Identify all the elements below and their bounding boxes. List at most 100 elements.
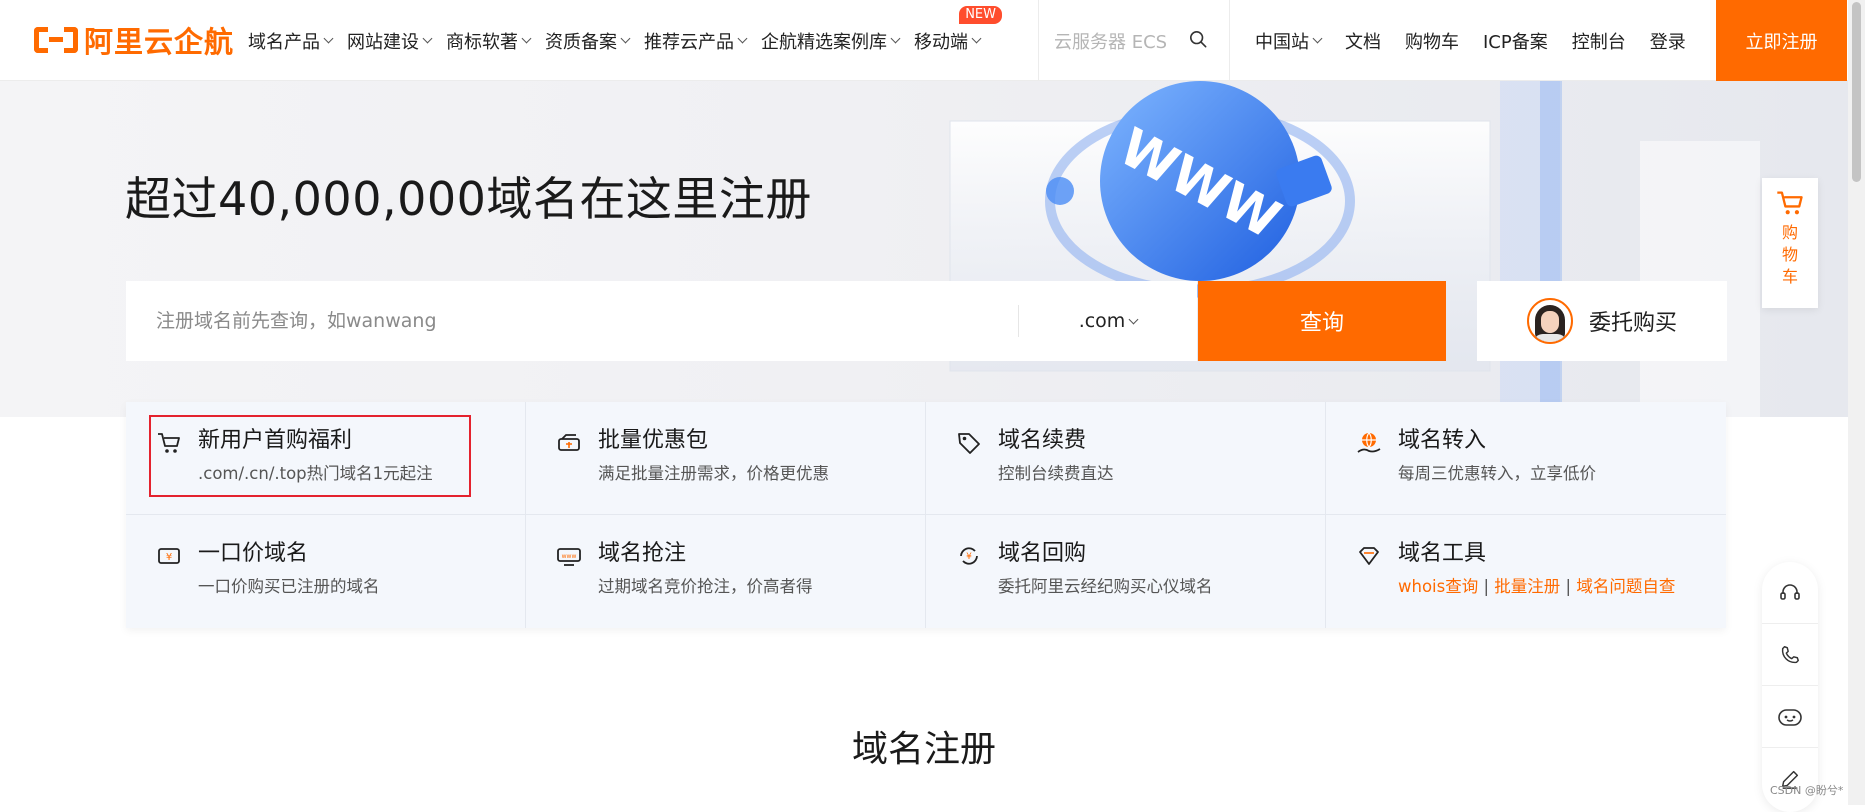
phone-button[interactable] [1762, 624, 1818, 686]
nav-item-cloud-products[interactable]: 推荐云产品 [644, 28, 748, 54]
nav-label: 企航精选案例库 [761, 31, 887, 53]
chevron-down-icon [323, 33, 334, 44]
whois-link[interactable]: whois查询 [1398, 577, 1478, 596]
right-nav: 中国站 文档 购物车 ICP备案 控制台 登录 [1255, 0, 1710, 81]
service-desc: 委托阿里云经纪购买心仪域名 [998, 577, 1213, 596]
tool-links: whois查询 | 批量注册 | 域名问题自查 [1398, 575, 1726, 599]
chevron-down-icon [890, 33, 901, 44]
nav-label: 商标软著 [446, 31, 518, 53]
service-new-user[interactable]: 新用户首购福利 .com/.cn/.top热门域名1元起注 [126, 402, 526, 515]
service-desc: 每周三优惠转入，立享低价 [1398, 464, 1596, 483]
docs-link[interactable]: 文档 [1345, 28, 1381, 54]
floating-cart[interactable]: 购物车 [1762, 178, 1818, 308]
section-title: 域名注册 [851, 729, 996, 770]
chevron-down-icon [1312, 33, 1323, 44]
register-button[interactable]: 立即注册 [1716, 0, 1847, 81]
hero-decoration: WWW [949, 81, 1760, 417]
nav-item-domain-products[interactable]: 域名产品 [248, 28, 334, 54]
top-header: 阿里云企航 域名产品 网站建设 商标软著 资质备案 推荐云产品 企航精选案例库 … [0, 0, 1848, 81]
console-link[interactable]: 控制台 [1572, 28, 1626, 54]
page-scrollbar[interactable] [1848, 0, 1865, 805]
robot-face-icon [1778, 708, 1802, 726]
region-label: 中国站 [1255, 31, 1309, 53]
nav-label: 资质备案 [545, 31, 617, 53]
svg-text:¥: ¥ [966, 552, 972, 562]
nav-label: 推荐云产品 [644, 31, 734, 53]
nav-item-trademark[interactable]: 商标软著 [446, 28, 532, 54]
service-backorder[interactable]: www 域名抢注 过期域名竞价抢注，价高者得 [526, 515, 926, 628]
service-tools: 域名工具 whois查询 | 批量注册 | 域名问题自查 [1326, 515, 1726, 628]
chevron-down-icon [620, 33, 631, 44]
service-title: 域名续费 [998, 428, 1087, 453]
header-search[interactable]: 云服务器 ECS [1038, 0, 1230, 81]
tld-dropdown[interactable]: .com [1018, 305, 1197, 337]
diamond-icon [1359, 547, 1379, 565]
service-desc: 一口价购买已注册的域名 [198, 577, 380, 596]
chatbot-button[interactable] [1762, 686, 1818, 748]
aliyun-logo-icon [34, 25, 78, 55]
support-button[interactable] [1762, 562, 1818, 624]
service-bulk-pack[interactable]: 批量优惠包 满足批量注册需求，价格更优惠 [526, 402, 926, 515]
svg-text:¥: ¥ [166, 552, 172, 563]
price-ticket-icon: ¥ [158, 548, 180, 564]
agent-purchase-button[interactable]: 委托购买 [1477, 281, 1727, 361]
cart-icon [158, 433, 180, 453]
service-buyback[interactable]: ¥ 域名回购 委托阿里云经纪购买心仪域名 [926, 515, 1326, 628]
chevron-down-icon [971, 33, 982, 44]
nav-item-case-library[interactable]: 企航精选案例库 [761, 28, 901, 54]
nav-label: 网站建设 [347, 31, 419, 53]
service-title: 新用户首购福利 [198, 428, 353, 453]
hero-banner: WWW 超过40,000,000域名在这里注册 [0, 81, 1848, 417]
cart-icon [1777, 191, 1803, 215]
new-badge: NEW [959, 5, 1002, 24]
main-nav: 域名产品 网站建设 商标软著 资质备案 推荐云产品 企航精选案例库 移动端 NE… [248, 0, 1002, 81]
chevron-down-icon [521, 33, 532, 44]
service-title: 域名回购 [998, 541, 1087, 566]
yen-cycle-icon: ¥ [960, 547, 978, 565]
floating-cart-label: 购物车 [1782, 223, 1799, 286]
headset-icon [1780, 583, 1800, 600]
services-grid: 新用户首购福利 .com/.cn/.top热门域名1元起注 批量优惠包 满足批量… [126, 402, 1726, 628]
hero-title: 超过40,000,000域名在这里注册 [125, 172, 812, 226]
brand-logo[interactable]: 阿里云企航 [34, 22, 235, 59]
region-selector[interactable]: 中国站 [1255, 28, 1323, 54]
service-renewal[interactable]: 域名续费 控制台续费直达 [926, 402, 1326, 515]
link-separator: | [1560, 577, 1577, 596]
nav-label: 移动端 [914, 31, 968, 53]
nav-label: 域名产品 [248, 31, 320, 53]
service-title: 域名抢注 [598, 541, 687, 566]
scrollbar-thumb[interactable] [1852, 2, 1861, 182]
globe-hand-icon [1357, 432, 1381, 453]
cart-link[interactable]: 购物车 [1405, 28, 1459, 54]
feedback-button[interactable] [1762, 748, 1818, 810]
domain-self-check-link[interactable]: 域名问题自查 [1576, 577, 1675, 596]
nav-item-qualification[interactable]: 资质备案 [545, 28, 631, 54]
avatar [1527, 298, 1573, 344]
query-button[interactable]: 查询 [1198, 281, 1446, 361]
nav-item-website-build[interactable]: 网站建设 [347, 28, 433, 54]
chevron-down-icon [1128, 314, 1139, 324]
logo-text: 阿里云企航 [84, 25, 235, 59]
chevron-down-icon [422, 33, 433, 44]
service-title: 一口价域名 [198, 541, 309, 566]
icp-link[interactable]: ICP备案 [1483, 28, 1548, 54]
service-transfer[interactable]: 域名转入 每周三优惠转入，立享低价 [1326, 402, 1726, 515]
service-desc: .com/.cn/.top热门域名1元起注 [198, 464, 433, 483]
floating-toolbar [1762, 562, 1818, 812]
service-desc: 过期域名竞价抢注，价高者得 [598, 577, 813, 596]
search-icon[interactable] [1189, 30, 1207, 48]
login-link[interactable]: 登录 [1650, 28, 1686, 54]
watermark: CSDN @盼兮* [1770, 784, 1844, 797]
coupon-stack-icon [558, 434, 580, 451]
domain-search-input[interactable] [126, 281, 1006, 361]
service-desc: 满足批量注册需求，价格更优惠 [598, 464, 829, 483]
phone-icon [1781, 645, 1799, 663]
header-search-input[interactable]: 云服务器 ECS [1054, 28, 1167, 54]
bulk-register-link[interactable]: 批量注册 [1494, 577, 1560, 596]
agent-purchase-label: 委托购买 [1589, 311, 1678, 336]
service-fixed-price[interactable]: ¥ 一口价域名 一口价购买已注册的域名 [126, 515, 526, 628]
www-icon: www [557, 548, 581, 566]
nav-item-mobile[interactable]: 移动端 NEW [914, 5, 1002, 54]
domain-search-bar: .com [126, 281, 1197, 361]
tld-selected-value: .com [1078, 310, 1126, 332]
